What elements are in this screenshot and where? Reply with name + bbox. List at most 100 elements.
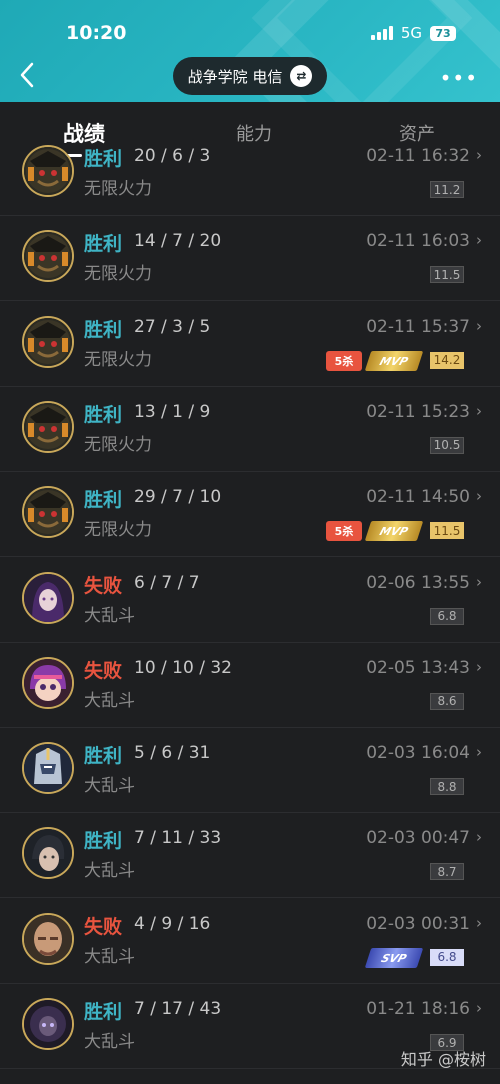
- match-kda: 27 / 3 / 5: [134, 316, 211, 337]
- pentakill-badge: 5杀: [326, 350, 362, 371]
- champion-avatar: [22, 656, 74, 709]
- chevron-right-icon: ›: [476, 146, 482, 164]
- champion-avatar: [22, 571, 74, 624]
- match-result: 胜利: [84, 1001, 123, 1023]
- server-label: 战争学院 电信: [187, 67, 283, 86]
- match-row[interactable]: 胜利 5 / 6 / 31 大乱斗 02-03 16:04 › 8.8: [0, 727, 500, 814]
- match-result: 失败: [84, 659, 123, 682]
- match-kda: 14 / 7 / 20: [134, 231, 222, 252]
- champion-avatar: [22, 486, 74, 539]
- match-score-badge: 11.2: [430, 181, 464, 198]
- match-datetime: 02-03 00:47: [366, 828, 470, 849]
- match-row[interactable]: 失败 6 / 7 / 7 大乱斗 02-06 13:55 › 6.8: [0, 557, 500, 643]
- chevron-right-icon: ›: [476, 657, 482, 676]
- status-indicators: 5G 73: [370, 24, 456, 42]
- pentakill-badge: 5杀: [326, 521, 362, 542]
- header: 10:20 5G 73 战争学院 电信 ⇄ •••: [0, 0, 500, 102]
- match-datetime: 02-11 15:37: [366, 316, 470, 337]
- champion-avatar: [22, 827, 74, 880]
- match-result: 胜利: [84, 489, 123, 512]
- match-score-badge: 8.6: [430, 692, 464, 710]
- match-row[interactable]: 胜利 7 / 11 / 33 大乱斗 02-03 00:47 › 8.7: [0, 812, 500, 899]
- signal-icon: [370, 26, 393, 40]
- match-mode: 无限火力: [84, 264, 152, 285]
- chevron-right-icon: ›: [476, 572, 482, 591]
- chevron-right-icon: ›: [476, 231, 482, 250]
- match-mode: 无限火力: [84, 349, 152, 370]
- match-mode: 无限火力: [84, 520, 152, 541]
- match-datetime: 02-11 14:50: [366, 487, 470, 508]
- match-result: 失败: [84, 915, 123, 938]
- status-time: 10:20: [66, 22, 127, 44]
- match-kda: 13 / 1 / 9: [134, 401, 211, 422]
- champion-avatar: [22, 230, 74, 283]
- match-kda: 4 / 9 / 16: [134, 913, 211, 934]
- battery-icon: 73: [430, 25, 456, 41]
- match-datetime: 01-21 18:16: [366, 999, 470, 1019]
- match-result: 胜利: [84, 148, 123, 170]
- match-kda: 6 / 7 / 7: [134, 572, 200, 593]
- match-row[interactable]: 胜利 20 / 6 / 3 无限火力 02-11 16:32 › 11.2: [0, 142, 500, 216]
- match-mode: 无限火力: [84, 434, 152, 455]
- match-mode: 大乱斗: [84, 946, 135, 967]
- swap-icon: ⇄: [290, 65, 313, 87]
- match-datetime: 02-11 15:23: [366, 401, 470, 422]
- chevron-right-icon: ›: [476, 401, 482, 420]
- match-datetime: 02-06 13:55: [366, 572, 470, 593]
- match-kda: 7 / 11 / 33: [134, 828, 222, 849]
- match-result: 胜利: [84, 745, 123, 768]
- champion-avatar: [22, 912, 74, 965]
- back-button[interactable]: [16, 60, 40, 90]
- chevron-right-icon: ›: [476, 828, 482, 847]
- chevron-right-icon: ›: [476, 743, 482, 762]
- match-row[interactable]: 胜利 14 / 7 / 20 无限火力 02-11 16:03 › 11.5: [0, 215, 500, 302]
- match-result: 胜利: [84, 403, 123, 426]
- chevron-right-icon: ›: [476, 999, 482, 1017]
- match-result: 胜利: [84, 233, 123, 256]
- match-row[interactable]: 失败 10 / 10 / 32 大乱斗 02-05 13:43 › 8.6: [0, 642, 500, 728]
- match-row[interactable]: 胜利 27 / 3 / 5 无限火力 02-11 15:37 › 14.2 MVP 5杀: [0, 301, 500, 387]
- match-datetime: 02-11 16:32: [366, 146, 470, 166]
- match-datetime: 02-11 16:03: [366, 231, 470, 252]
- svp-badge: SVP: [364, 947, 424, 968]
- mvp-badge: MVP: [364, 350, 424, 371]
- match-mode: 无限火力: [84, 179, 152, 199]
- match-row[interactable]: 胜利 29 / 7 / 10 无限火力 02-11 14:50 › 11.5 MVP 5杀: [0, 471, 500, 558]
- more-button[interactable]: •••: [440, 66, 478, 90]
- match-score-badge: 8.8: [430, 778, 464, 796]
- mvp-badge: MVP: [364, 521, 424, 542]
- match-score-badge: 6.8: [430, 607, 464, 625]
- match-score-badge: 6.8: [430, 948, 464, 966]
- match-datetime: 02-03 16:04: [366, 743, 470, 764]
- match-row[interactable]: 胜利 13 / 1 / 9 无限火力 02-11 15:23 › 10.5: [0, 386, 500, 472]
- match-mode: 大乱斗: [84, 776, 135, 797]
- match-result: 失败: [84, 574, 123, 597]
- match-mode: 大乱斗: [84, 605, 135, 626]
- network-label: 5G: [400, 24, 422, 42]
- match-score-badge: 11.5: [430, 522, 464, 540]
- match-result: 胜利: [84, 318, 123, 341]
- match-score-badge: 8.7: [430, 863, 464, 881]
- match-kda: 29 / 7 / 10: [134, 487, 222, 508]
- match-kda: 5 / 6 / 31: [134, 743, 211, 764]
- chevron-right-icon: ›: [476, 316, 482, 335]
- chevron-right-icon: ›: [476, 913, 482, 932]
- champion-avatar: [22, 998, 74, 1050]
- champion-avatar: [22, 315, 74, 368]
- champion-avatar: [22, 742, 74, 795]
- watermark: 知乎 @桉树: [400, 1050, 486, 1069]
- server-selector[interactable]: 战争学院 电信 ⇄: [173, 57, 327, 95]
- match-datetime: 02-03 00:31: [366, 913, 470, 934]
- more-dots-icon: •••: [439, 66, 478, 90]
- match-result: 胜利: [84, 830, 123, 853]
- match-row[interactable]: 失败 4 / 9 / 16 大乱斗 02-03 00:31 › 6.8 SVP: [0, 898, 500, 984]
- match-score-badge: 14.2: [430, 351, 464, 369]
- match-mode: 大乱斗: [84, 861, 135, 882]
- match-score-badge: 10.5: [430, 436, 464, 454]
- chevron-right-icon: ›: [476, 487, 482, 506]
- match-datetime: 02-05 13:43: [366, 657, 470, 678]
- match-list[interactable]: 胜利 20 / 6 / 3 无限火力 02-11 16:32 › 11.2 胜利 14 / 7…: [0, 142, 500, 1084]
- match-kda: 20 / 6 / 3: [134, 146, 211, 166]
- champion-avatar: [22, 400, 74, 453]
- chevron-left-icon: [20, 62, 34, 88]
